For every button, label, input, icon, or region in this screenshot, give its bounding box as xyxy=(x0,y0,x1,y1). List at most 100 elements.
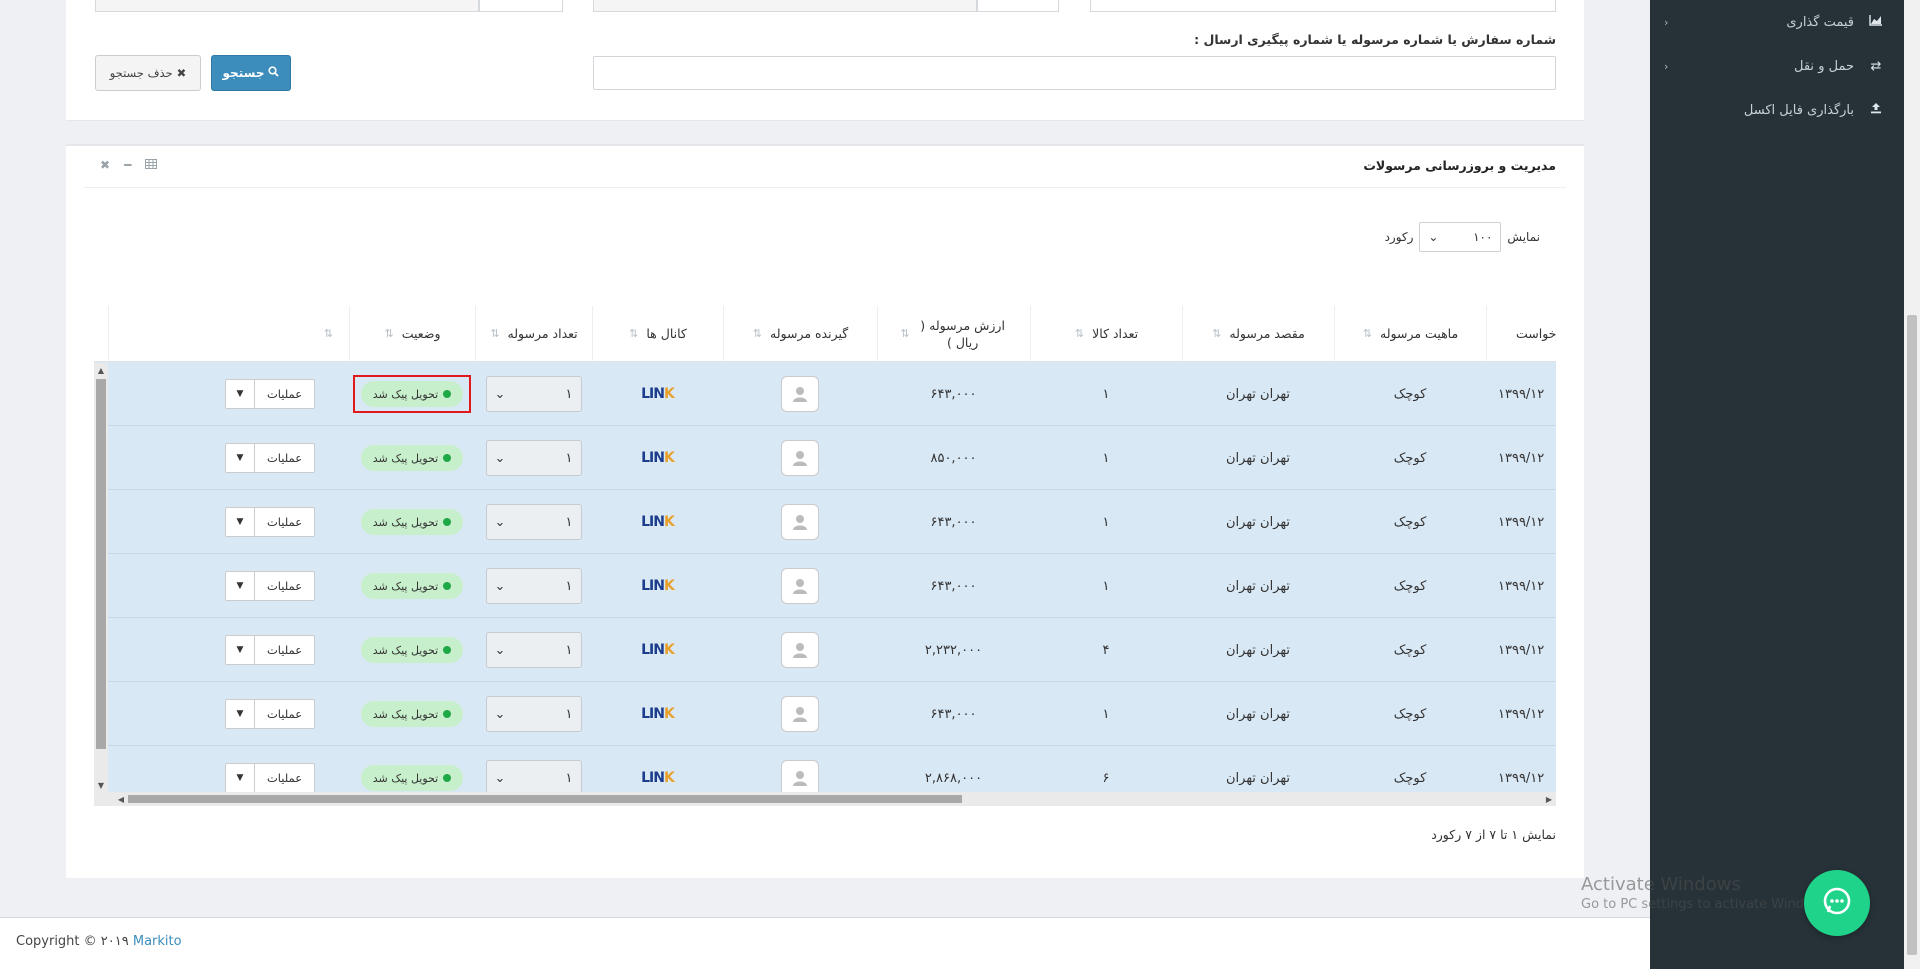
table-vertical-scrollbar[interactable]: ▲ ▼ xyxy=(94,363,108,792)
shipment-count-select[interactable]: ۱ ⌄ xyxy=(485,696,582,732)
chat-button[interactable] xyxy=(1804,870,1870,936)
table-icon[interactable] xyxy=(145,158,158,172)
column-header-items[interactable]: تعداد کالا ⇅ xyxy=(1030,306,1182,362)
scroll-up-icon[interactable]: ▲ xyxy=(94,363,108,377)
cell-destination: تهران تهران xyxy=(1225,706,1291,722)
column-label: تعداد مرسوله xyxy=(507,326,578,342)
caret-down-icon[interactable]: ▼ xyxy=(226,508,254,536)
cell-actions: عملیات ▼ xyxy=(108,490,349,554)
avatar[interactable] xyxy=(781,440,819,476)
cell-type: کوچک xyxy=(1393,578,1427,594)
table-row[interactable]: ۱۳۹۹/۱۲ کوچک تهران تهران ۱ ۶۴۳,۰۰۰ LINK ۱ ⌄ تحوی… xyxy=(94,554,1556,618)
shipment-count-select[interactable]: ۱ ⌄ xyxy=(485,632,582,668)
chevron-down-icon: ⌄ xyxy=(494,450,506,466)
sidebar-item-excel-upload[interactable]: بارگذاری فایل اکسل xyxy=(1650,88,1904,132)
page-length-select[interactable]: ۱۰۰ ⌄ xyxy=(1419,222,1502,252)
watermark-title: Activate Windows xyxy=(1581,874,1741,895)
calendar-button[interactable] xyxy=(479,0,563,12)
filter-select[interactable] xyxy=(1090,0,1556,12)
column-header-count[interactable]: تعداد مرسوله ⇅ xyxy=(475,306,592,362)
avatar[interactable] xyxy=(781,376,819,412)
operations-button[interactable]: عملیات ▼ xyxy=(225,443,315,473)
column-header-actions[interactable]: ⇅ xyxy=(108,306,349,362)
scroll-thumb[interactable] xyxy=(128,795,962,803)
operations-label: عملیات xyxy=(254,764,314,792)
clear-search-label: حذف جستجو xyxy=(109,66,173,80)
status-text: تحویل پیک شد xyxy=(372,771,439,785)
cell-count: ۱ ⌄ xyxy=(475,618,592,682)
column-header-destination[interactable]: مقصد مرسوله ⇅ xyxy=(1182,306,1334,362)
status-dot-icon xyxy=(443,774,452,782)
avatar[interactable] xyxy=(781,568,819,604)
scroll-right-icon[interactable]: ▶ xyxy=(1542,792,1556,806)
shipment-count-select[interactable]: ۱ ⌄ xyxy=(485,504,582,540)
cell-channel: LINK xyxy=(592,362,723,426)
table-row[interactable]: ۱۳۹۹/۱۲ کوچک تهران تهران ۱ ۶۴۳,۰۰۰ LINK ۱ ⌄ تحوی… xyxy=(94,682,1556,746)
page-scrollbar[interactable] xyxy=(1904,0,1920,969)
column-header-value[interactable]: ارزش مرسوله ( ریال ) ⇅ xyxy=(877,306,1030,362)
windows-activation-watermark: Activate Windows Go to PC settings to ac… xyxy=(1581,874,1833,912)
cell-channel: LINK xyxy=(592,682,723,746)
scroll-thumb[interactable] xyxy=(96,379,106,749)
caret-down-icon[interactable]: ▼ xyxy=(226,380,254,408)
table-row[interactable]: ۱۳۹۹/۱۲ کوچک تهران تهران ۱ ۶۴۳,۰۰۰ LINK ۱ ⌄ تحوی… xyxy=(94,490,1556,554)
column-header-status[interactable]: وضعیت ⇅ xyxy=(349,306,475,362)
date-to-input[interactable] xyxy=(593,0,977,12)
shipment-count-select[interactable]: ۱ ⌄ xyxy=(485,568,582,604)
operations-button[interactable]: عملیات ▼ xyxy=(225,379,315,409)
cell-date: ۱۳۹۹/۱۲ xyxy=(1498,450,1545,466)
close-icon[interactable]: ✖ xyxy=(100,158,110,172)
column-header-date[interactable]: درخواست xyxy=(1486,306,1556,362)
scroll-left-icon[interactable]: ◀ xyxy=(114,792,128,806)
column-header-type[interactable]: ماهیت مرسوله ⇅ xyxy=(1334,306,1486,362)
column-header-recipient[interactable]: گیرنده مرسوله ⇅ xyxy=(723,306,877,362)
column-header-channels[interactable]: کانال ها ⇅ xyxy=(592,306,723,362)
channel-logo-text: LINK xyxy=(641,578,675,594)
operations-button[interactable]: عملیات ▼ xyxy=(225,763,315,792)
operations-button[interactable]: عملیات ▼ xyxy=(225,635,315,665)
table-row[interactable]: ۱۳۹۹/۱۲ کوچک تهران تهران ۶ ۲,۸۶۸,۰۰۰ LINK ۱ ⌄ تح… xyxy=(94,746,1556,792)
date-from-input[interactable] xyxy=(95,0,479,12)
search-button[interactable]: جستجو xyxy=(211,55,291,91)
avatar[interactable] xyxy=(781,696,819,732)
avatar[interactable] xyxy=(781,632,819,668)
table-row[interactable]: ۱۳۹۹/۱۲ کوچک تهران تهران ۱ ۸۵۰,۰۰۰ LINK ۱ ⌄ تحوی… xyxy=(94,426,1556,490)
caret-down-icon[interactable]: ▼ xyxy=(226,572,254,600)
sort-icon: ⇅ xyxy=(1074,327,1085,341)
brand-link[interactable]: Markito xyxy=(133,934,182,949)
cell-date: ۱۳۹۹/۱۲ xyxy=(1498,770,1545,786)
cell-items: ۱ xyxy=(1102,706,1110,722)
table-row[interactable]: ۱۳۹۹/۱۲ کوچک تهران تهران ۴ ۲,۲۳۲,۰۰۰ LINK ۱ ⌄ تح… xyxy=(94,618,1556,682)
caret-down-icon[interactable]: ▼ xyxy=(226,700,254,728)
watermark-subtitle: Go to PC settings to activate Windows. xyxy=(1581,897,1834,912)
collapse-icon[interactable]: ━ xyxy=(124,158,131,172)
table-horizontal-scrollbar[interactable]: ◀ ▶ xyxy=(94,792,1556,806)
sidebar-item-pricing[interactable]: قیمت گذاری ‹ xyxy=(1650,0,1904,44)
search-panel: شماره سفارش یا شماره مرسوله یا شماره پیگ… xyxy=(66,0,1584,121)
count-value: ۱ xyxy=(565,642,573,658)
scroll-down-icon[interactable]: ▼ xyxy=(94,778,108,792)
operations-button[interactable]: عملیات ▼ xyxy=(225,507,315,537)
operations-button[interactable]: عملیات ▼ xyxy=(225,571,315,601)
clear-search-button[interactable]: ✖ حذف جستجو xyxy=(95,55,201,91)
divider xyxy=(84,187,1566,188)
table-row[interactable]: ۱۳۹۹/۱۲ کوچک تهران تهران ۱ ۶۴۳,۰۰۰ LINK ۱ ⌄ تحوی… xyxy=(94,362,1556,426)
channel-logo: LINK xyxy=(641,706,675,722)
cell-actions: عملیات ▼ xyxy=(108,746,349,792)
shipment-count-select[interactable]: ۱ ⌄ xyxy=(485,760,582,792)
avatar[interactable] xyxy=(781,504,819,540)
avatar[interactable] xyxy=(781,760,819,792)
order-number-input[interactable] xyxy=(593,56,1556,90)
caret-down-icon[interactable]: ▼ xyxy=(226,636,254,664)
caret-down-icon[interactable]: ▼ xyxy=(226,764,254,792)
page-scrollbar-thumb[interactable] xyxy=(1907,315,1917,955)
sidebar-item-transport[interactable]: ⇄ حمل و نقل ‹ xyxy=(1650,44,1904,88)
shipment-count-select[interactable]: ۱ ⌄ xyxy=(485,440,582,476)
channel-logo-text: LINK xyxy=(641,770,675,786)
shipment-count-select[interactable]: ۱ ⌄ xyxy=(485,376,582,412)
operations-button[interactable]: عملیات ▼ xyxy=(225,699,315,729)
sort-icon: ⇅ xyxy=(384,327,394,341)
channel-logo-text: LINK xyxy=(641,514,675,530)
calendar-button[interactable] xyxy=(977,0,1059,12)
caret-down-icon[interactable]: ▼ xyxy=(226,444,254,472)
